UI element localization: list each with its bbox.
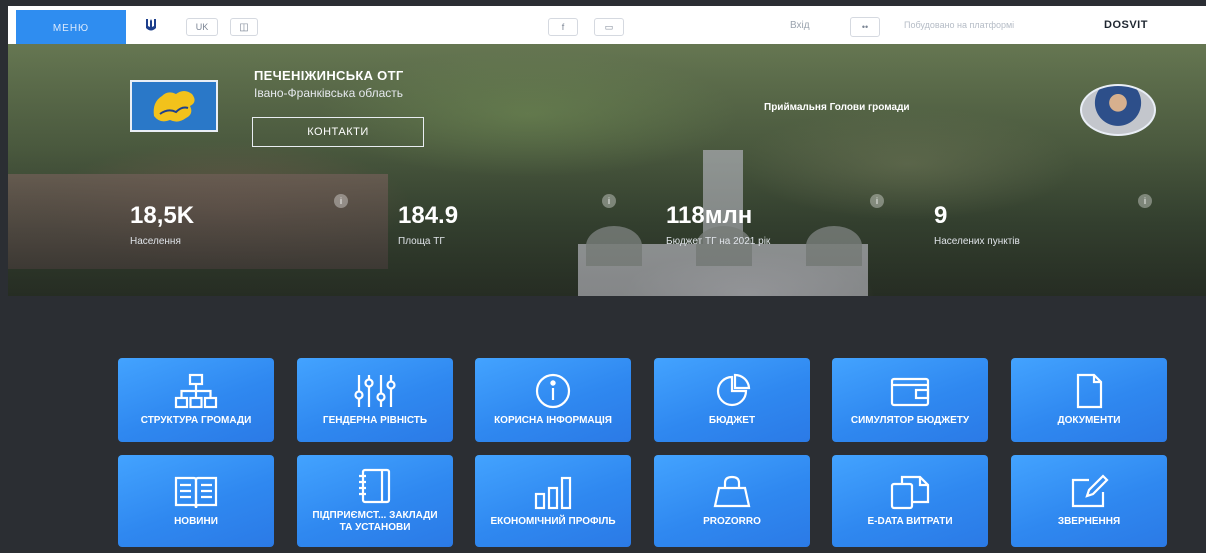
wallet-icon — [890, 377, 930, 407]
bag-icon — [713, 475, 751, 508]
tile-useful-info[interactable]: КОРИСНА ІНФОРМАЦІЯ — [475, 358, 631, 442]
dosvit-logo[interactable]: DOSVIT — [1104, 19, 1148, 31]
stat-value: 9 — [934, 202, 948, 229]
pie-icon — [716, 373, 751, 407]
stat-value: 18,5K — [130, 202, 195, 229]
book-icon — [174, 476, 218, 509]
tile-economic-profile[interactable]: ЕКОНОМІЧНИЙ ПРОФІЛЬ — [475, 455, 631, 547]
info-icon[interactable]: i — [870, 194, 884, 208]
tile-label: СТРУКТУРА ГРОМАДИ — [140, 415, 252, 426]
tile-budget[interactable]: БЮДЖЕТ — [654, 358, 810, 442]
info-icon — [535, 373, 571, 409]
accessibility-button[interactable]: ◫ — [230, 18, 258, 36]
coat-of-arms — [130, 80, 218, 132]
edit-icon — [1071, 474, 1109, 508]
tile-label: ПІДПРИЄМСТ... ЗАКЛАДИ ТА УСТАНОВИ — [312, 510, 438, 533]
stat-value: 118млн — [666, 202, 753, 229]
tile-enterprises[interactable]: ПІДПРИЄМСТ... ЗАКЛАДИ ТА УСТАНОВИ — [297, 455, 453, 547]
info-icon[interactable]: i — [602, 194, 616, 208]
tile-gender-equality[interactable]: ГЕНДЕРНА РІВНІСТЬ — [297, 358, 453, 442]
contacts-button[interactable]: КОНТАКТИ — [252, 117, 424, 147]
info-icon[interactable]: i — [1138, 194, 1152, 208]
copy-icon — [890, 475, 930, 510]
tile-label: СИМУЛЯТОР БЮДЖЕТУ — [850, 415, 970, 426]
login-button[interactable]: •• — [850, 17, 880, 37]
login-label: Вхід — [790, 20, 810, 31]
tile-label: ЗВЕРНЕННЯ — [1057, 516, 1121, 527]
platform-text: Побудовано на платформі — [904, 20, 1015, 30]
facebook-button[interactable]: f — [548, 18, 578, 36]
reception-link[interactable]: Приймальня Голови громади — [764, 102, 910, 113]
tile-label: КОРИСНА ІНФОРМАЦІЯ — [494, 415, 612, 426]
tile-documents[interactable]: ДОКУМЕНТИ — [1011, 358, 1167, 442]
stat-label: Населення — [130, 236, 181, 247]
tile-edata[interactable]: E-DATA ВИТРАТИ — [832, 455, 988, 547]
trident-icon — [146, 19, 156, 31]
head-avatar[interactable] — [1080, 84, 1156, 136]
stat-value: 184.9 — [398, 202, 459, 229]
tile-news[interactable]: НОВИНИ — [118, 455, 274, 547]
document-icon — [1076, 373, 1103, 409]
notebook-icon — [359, 468, 391, 504]
region-subtitle: Івано-Франківська область — [254, 86, 404, 100]
structure-icon — [174, 373, 218, 409]
lion-emblem-icon — [153, 91, 195, 122]
tile-structure[interactable]: СТРУКТУРА ГРОМАДИ — [118, 358, 274, 442]
stat-label: Площа ТГ — [398, 236, 445, 247]
sliders-icon — [354, 375, 396, 407]
info-icon[interactable]: i — [334, 194, 348, 208]
tile-label: ЕКОНОМІЧНИЙ ПРОФІЛЬ — [490, 516, 616, 527]
stat-label: Населених пунктів — [934, 236, 1020, 247]
menu-button[interactable]: МЕНЮ — [16, 10, 126, 46]
community-title: ПЕЧЕНІЖИНСЬКА ОТГ — [254, 68, 404, 83]
tile-budget-simulator[interactable]: СИМУЛЯТОР БЮДЖЕТУ — [832, 358, 988, 442]
tile-label: E-DATA ВИТРАТИ — [867, 516, 953, 527]
tile-prozorro[interactable]: PROZORRO — [654, 455, 810, 547]
tile-label: PROZORRO — [703, 516, 761, 527]
tile-label: БЮДЖЕТ — [708, 415, 756, 426]
youtube-button[interactable]: ▭ — [594, 18, 624, 36]
tile-label: НОВИНИ — [174, 516, 218, 527]
tile-label: ДОКУМЕНТИ — [1057, 415, 1121, 426]
tile-appeals[interactable]: ЗВЕРНЕННЯ — [1011, 455, 1167, 547]
top-navigation-bar: МЕНЮ UK ◫ f ▭ Вхід •• Побудовано на плат… — [8, 6, 1206, 46]
language-switch[interactable]: UK — [186, 18, 218, 36]
tile-label: ГЕНДЕРНА РІВНІСТЬ — [322, 415, 428, 426]
stat-label: Бюджет ТГ на 2021 рік — [666, 236, 771, 247]
bar-chart-icon — [534, 476, 572, 510]
